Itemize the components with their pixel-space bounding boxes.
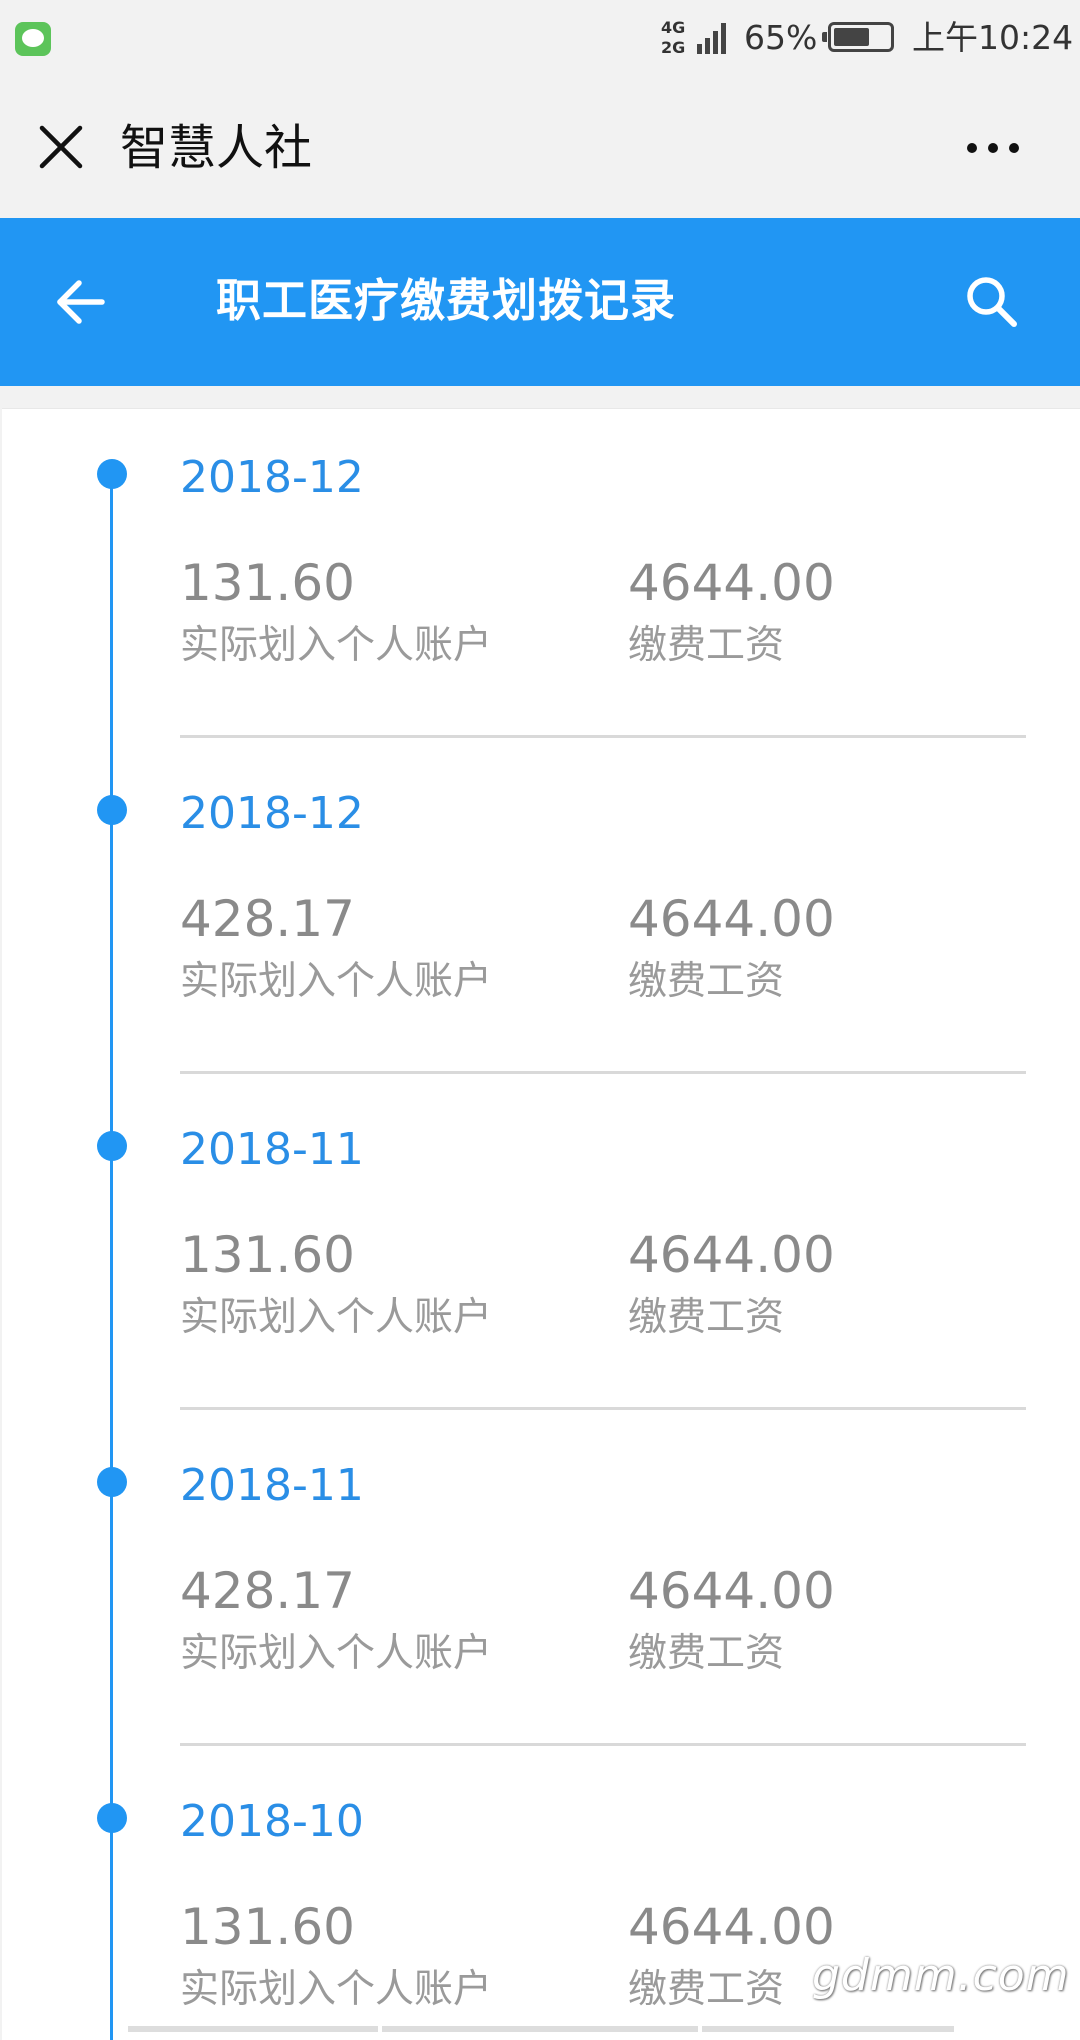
contribution-wage: 4644.00 [628, 890, 835, 948]
wechat-icon [15, 22, 51, 56]
close-button[interactable] [28, 114, 94, 180]
timeline-dot [97, 459, 127, 489]
transfer-amount-label: 实际划入个人账户 [180, 1967, 493, 2012]
contribution-wage-label: 缴费工资 [628, 1295, 785, 1340]
wechat-title: 智慧人社 [120, 120, 313, 176]
divider [180, 1407, 1026, 1410]
bottom-divider [702, 2026, 954, 2032]
contribution-wage: 4644.00 [628, 1226, 835, 1284]
bottom-divider [382, 2026, 698, 2032]
contribution-wage: 4644.00 [628, 1562, 835, 1620]
close-icon [39, 125, 83, 169]
network-type-bottom: 2G [661, 38, 686, 57]
record-date: 2018-11 [180, 1460, 364, 1511]
status-bar: 4G 2G 65% 上午10:24 [0, 0, 1080, 76]
transfer-amount: 131.60 [180, 1898, 355, 1956]
transfer-amount: 131.60 [180, 554, 355, 612]
divider [180, 1071, 1026, 1074]
record-item[interactable]: 2018-12 428.17 4644.00 实际划入个人账户 缴费工资 [2, 745, 1080, 1081]
transfer-amount-label: 实际划入个人账户 [180, 1631, 493, 1676]
bottom-divider [128, 2026, 378, 2032]
battery-fill [834, 28, 870, 46]
transfer-amount: 131.60 [180, 1226, 355, 1284]
contribution-wage-label: 缴费工资 [628, 959, 785, 1004]
clock: 上午10:24 [912, 18, 1074, 57]
divider [180, 1743, 1026, 1746]
contribution-wage-label: 缴费工资 [628, 623, 785, 668]
network-type-top: 4G [661, 18, 686, 37]
battery-percent: 65% [744, 18, 818, 57]
contribution-wage: 4644.00 [628, 554, 835, 612]
timeline-dot [97, 1131, 127, 1161]
record-item[interactable]: 2018-11 428.17 4644.00 实际划入个人账户 缴费工资 [2, 1417, 1080, 1753]
app-bar: 职工医疗缴费划拨记录 [0, 218, 1080, 386]
transfer-amount: 428.17 [180, 1562, 355, 1620]
transfer-amount-label: 实际划入个人账户 [180, 959, 493, 1004]
transfer-amount-label: 实际划入个人账户 [180, 1295, 493, 1340]
transfer-amount-label: 实际划入个人账户 [180, 623, 493, 668]
arrow-left-icon [57, 280, 105, 324]
record-date: 2018-12 [180, 452, 364, 503]
search-button[interactable] [958, 268, 1026, 336]
watermark: gdmm.com [812, 1950, 1070, 2001]
record-date: 2018-11 [180, 1124, 364, 1175]
battery-icon [822, 22, 894, 52]
search-icon [967, 277, 1017, 327]
divider [180, 735, 1026, 738]
more-button[interactable] [950, 120, 1036, 176]
record-item[interactable]: 2018-12 131.60 4644.00 实际划入个人账户 缴费工资 [2, 409, 1080, 745]
page-title: 职工医疗缴费划拨记录 [216, 274, 677, 327]
contribution-wage-label: 缴费工资 [628, 1631, 785, 1676]
timeline-dot [97, 1467, 127, 1497]
contribution-wage-label: 缴费工资 [628, 1967, 785, 2012]
records-list[interactable]: 2018-12 131.60 4644.00 实际划入个人账户 缴费工资 201… [2, 408, 1080, 2040]
more-icon [967, 143, 1019, 153]
timeline-dot [97, 1803, 127, 1833]
wechat-header: 智慧人社 [0, 76, 1080, 218]
record-date: 2018-10 [180, 1796, 364, 1847]
back-button[interactable] [46, 268, 114, 336]
screen: 4G 2G 65% 上午10:24 智慧人社 职工医疗缴费划拨记录 2018-1… [0, 0, 1080, 2040]
signal-icon [697, 23, 726, 54]
timeline-dot [97, 795, 127, 825]
record-item[interactable]: 2018-11 131.60 4644.00 实际划入个人账户 缴费工资 [2, 1081, 1080, 1417]
record-date: 2018-12 [180, 788, 364, 839]
contribution-wage: 4644.00 [628, 1898, 835, 1956]
transfer-amount: 428.17 [180, 890, 355, 948]
